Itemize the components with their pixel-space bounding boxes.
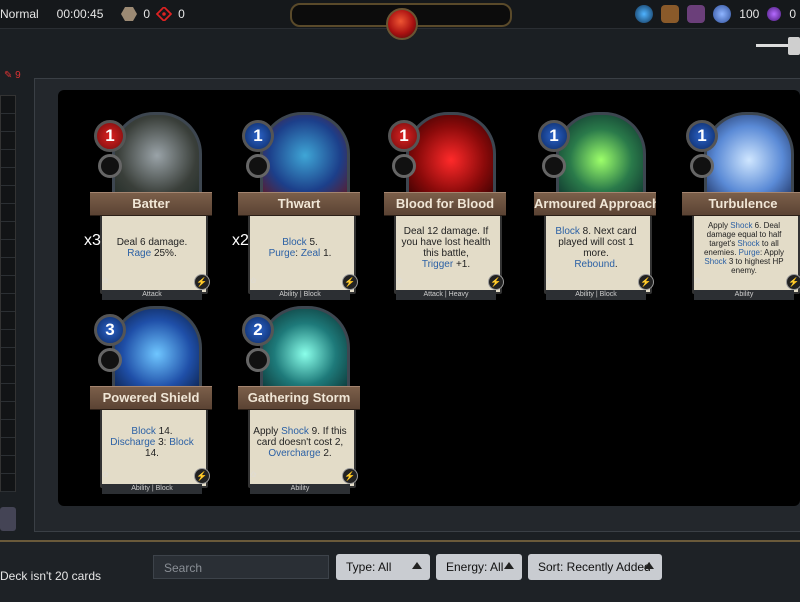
card-type: Ability: [694, 290, 794, 300]
sort-dropdown[interactable]: Sort: Recently Added: [528, 554, 662, 580]
rarity-icon: ✩: [250, 470, 257, 479]
lightning-icon: ⚡: [194, 468, 210, 484]
gear-icon[interactable]: [635, 5, 654, 23]
card-thwart[interactable]: Thwart Block 5. Purge: Zeal 1. Ability |…: [238, 110, 360, 300]
upgrade-slot: [98, 154, 122, 178]
card-armoured-approach[interactable]: Armoured Approach Block 8. Next card pla…: [534, 110, 656, 300]
search-input[interactable]: Search: [153, 555, 329, 579]
chevron-up-icon: [644, 562, 654, 569]
lightning-icon: ⚡: [342, 468, 358, 484]
card-count: x2: [232, 232, 249, 249]
card-type: Ability: [250, 484, 350, 494]
status-right: 100 0: [635, 0, 796, 28]
card-description: Block 14. Discharge 3: Block 14.: [110, 425, 194, 459]
scroll-icon[interactable]: [687, 5, 706, 23]
hex-resource-icon: [121, 7, 138, 21]
status-left: Normal 00:00:45 0 0: [0, 0, 185, 28]
type-filter-dropdown[interactable]: Type: All: [336, 554, 430, 580]
collapse-arrow-button[interactable]: [0, 507, 16, 531]
volume-slider-knob[interactable]: [788, 37, 800, 55]
rarity-icon: ✩: [694, 276, 701, 285]
upgrade-slot: [246, 348, 270, 372]
card-description: Block 5. Purge: Zeal 1.: [268, 237, 332, 259]
card-blood-for-blood[interactable]: Blood for Blood Deal 12 damage. If you h…: [384, 110, 506, 300]
deck-list-strip[interactable]: [0, 95, 16, 492]
difficulty-mode: Normal: [0, 7, 39, 21]
card-name: Turbulence: [682, 192, 800, 216]
energy-filter-dropdown[interactable]: Energy: All: [436, 554, 522, 580]
lightning-icon: ⚡: [786, 274, 800, 290]
energy-cost: 1: [538, 120, 570, 152]
card-type: Attack | Heavy: [396, 290, 496, 300]
hex-resource-count: 0: [143, 7, 151, 21]
deck-warning: Deck isn't 20 cards: [0, 569, 101, 583]
card-name: Armoured Approach: [534, 192, 656, 216]
lightning-icon: ⚡: [342, 274, 358, 290]
card-description: Deal 12 damage. If you have lost health …: [401, 226, 491, 270]
card-description: Deal 6 damage. Rage 25%.: [116, 237, 188, 259]
energy-cost: 1: [686, 120, 718, 152]
energy-cost: 1: [388, 120, 420, 152]
chevron-up-icon: [412, 562, 422, 569]
card-type: Attack: [102, 290, 202, 300]
energy-cost: 1: [242, 120, 274, 152]
coin-count: 100: [739, 7, 760, 21]
bag-icon[interactable]: [661, 5, 680, 23]
run-timer: 00:00:45: [56, 7, 104, 21]
card-name: Powered Shield: [90, 386, 212, 410]
chevron-up-icon: [504, 562, 514, 569]
card-description: Apply Shock 6. Deal damage equal to half…: [703, 221, 785, 275]
card-name: Thwart: [238, 192, 360, 216]
card-name: Batter: [90, 192, 212, 216]
card-description: Block 8. Next card played will cost 1 mo…: [555, 226, 637, 270]
lightning-icon: ⚡: [638, 274, 654, 290]
card-gathering-storm[interactable]: Gathering Storm Apply Shock 9. If this c…: [238, 304, 360, 494]
card-batter[interactable]: Batter Deal 6 damage. Rage 25%. Attack 1…: [90, 110, 212, 300]
red-glyph-count: 0: [178, 7, 185, 21]
red-glyph-icon: [156, 7, 173, 21]
card-name: Gathering Storm: [238, 386, 360, 410]
upgrade-slot: [690, 154, 714, 178]
upgrade-slot: [98, 348, 122, 372]
card-powered-shield[interactable]: Powered Shield Block 14. Discharge 3: Bl…: [90, 304, 212, 494]
gem-count: 0: [789, 7, 796, 21]
card-type: Ability | Block: [546, 290, 646, 300]
lightning-icon: ⚡: [488, 274, 504, 290]
rarity-icon: ✩: [546, 276, 553, 285]
rarity-icon: ✩: [102, 276, 109, 285]
upgrade-slot: [392, 154, 416, 178]
left-tag: ✎ 9: [4, 70, 21, 81]
card-collection-panel: Batter Deal 6 damage. Rage 25%. Attack 1…: [58, 90, 800, 506]
rarity-icon: ✩: [250, 276, 257, 285]
rarity-icon: ✩: [396, 276, 403, 285]
card-count: x3: [84, 232, 101, 249]
upgrade-slot: [542, 154, 566, 178]
red-gem-icon[interactable]: [386, 8, 418, 40]
energy-cost: 3: [94, 314, 126, 346]
card-description: Apply Shock 9. If this card doesn't cost…: [253, 425, 347, 459]
coin-icon: [713, 5, 732, 23]
upgrade-slot: [246, 154, 270, 178]
card-type: Ability | Block: [250, 290, 350, 300]
card-type: Ability | Block: [102, 484, 202, 494]
card-name: Blood for Blood: [384, 192, 506, 216]
energy-cost: 1: [94, 120, 126, 152]
rarity-icon: ✩: [102, 470, 109, 479]
lightning-icon: ⚡: [194, 274, 210, 290]
card-turbulence[interactable]: Turbulence Apply Shock 6. Deal damage eq…: [682, 110, 800, 300]
energy-cost: 2: [242, 314, 274, 346]
purple-gem-icon: [767, 7, 782, 21]
